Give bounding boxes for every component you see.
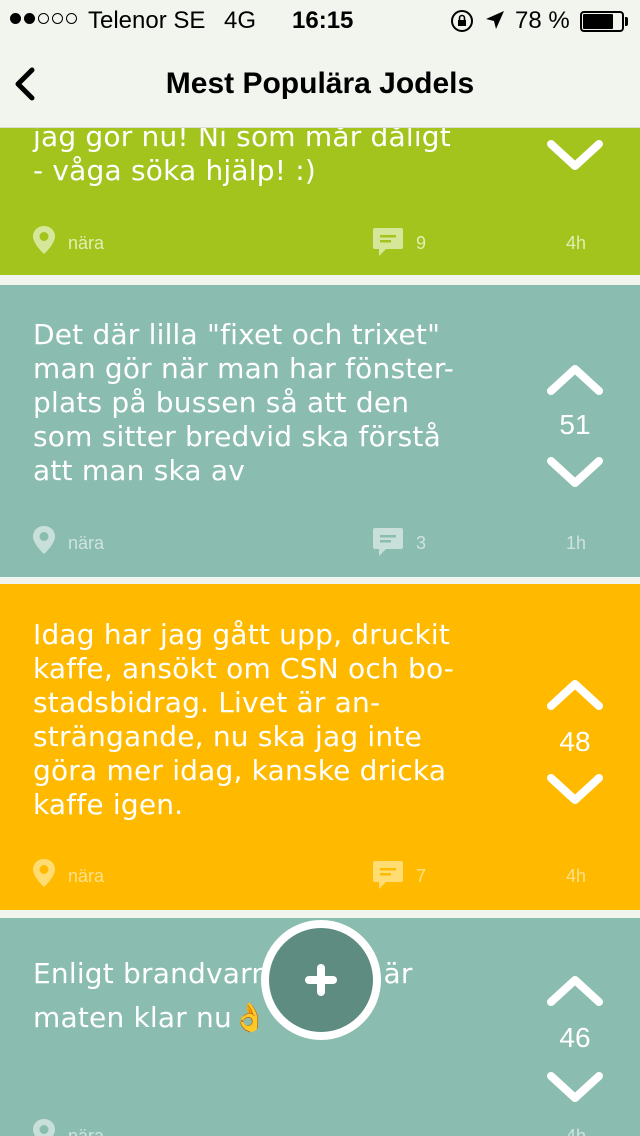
downvote-icon[interactable]: [545, 136, 605, 176]
jodel-meta: nära 3 1h: [0, 525, 640, 565]
status-time: 16:15: [292, 7, 354, 34]
battery-icon: [580, 11, 628, 32]
jodel-meta: nära 4h: [0, 1118, 640, 1136]
jodel-text: Idag har jag gått upp, druckit kaffe, an…: [33, 618, 455, 821]
carrier-name: Telenor SE: [88, 7, 206, 34]
location-label: nära: [68, 866, 105, 886]
jodel-text: Det där lilla "fixet och trixet" man gör…: [33, 318, 455, 487]
jodel-card[interactable]: Idag har jag gått upp, druckit kaffe, an…: [0, 584, 640, 910]
downvote-icon[interactable]: [545, 1068, 605, 1108]
jodel-text: jag gör nu! Ni som mår dåligt - våga sök…: [33, 120, 451, 187]
page-title: Mest Populära Jodels: [165, 67, 475, 100]
comment-count: 9: [416, 233, 427, 253]
post-time: 4h: [566, 233, 587, 253]
location-label: nära: [68, 1126, 105, 1136]
location-pin-icon: [33, 526, 55, 554]
add-jodel-button[interactable]: [261, 920, 381, 1040]
vote-count: 48: [559, 726, 591, 757]
comment-icon[interactable]: [372, 860, 404, 890]
rotation-lock-icon: [451, 10, 473, 32]
post-time: 1h: [566, 533, 587, 553]
comment-count: 3: [416, 533, 427, 553]
downvote-icon[interactable]: [545, 770, 605, 810]
location-pin-icon: [33, 859, 55, 887]
comment-icon[interactable]: [372, 227, 404, 257]
network-type: 4G: [224, 7, 257, 34]
comment-count: 7: [416, 866, 427, 886]
location-pin-icon: [33, 1119, 55, 1136]
status-bar: Telenor SE 4G 16:15 78 %: [0, 0, 640, 40]
vote-count: 51: [559, 409, 591, 440]
jodel-meta: nära 9 4h: [0, 225, 640, 265]
navigation-bar: Mest Populära Jodels: [0, 40, 640, 128]
post-time: 4h: [566, 866, 587, 886]
location-services-icon: [486, 11, 504, 29]
location-label: nära: [68, 533, 105, 553]
plus-icon: [305, 964, 337, 996]
jodel-meta: nära 7 4h: [0, 858, 640, 898]
signal-strength-icon: [10, 13, 77, 24]
location-label: nära: [68, 233, 105, 253]
vote-count: 46: [559, 1022, 591, 1053]
downvote-icon[interactable]: [545, 453, 605, 493]
comment-icon[interactable]: [372, 527, 404, 557]
upvote-icon[interactable]: [545, 970, 605, 1010]
battery-percent: 78 %: [515, 7, 570, 34]
location-pin-icon: [33, 226, 55, 254]
post-time: 4h: [566, 1126, 587, 1136]
upvote-icon[interactable]: [545, 359, 605, 399]
jodel-card[interactable]: jag gör nu! Ni som mår dåligt - våga sök…: [0, 120, 640, 275]
jodel-card[interactable]: Det där lilla "fixet och trixet" man gör…: [0, 285, 640, 577]
upvote-icon[interactable]: [545, 674, 605, 714]
